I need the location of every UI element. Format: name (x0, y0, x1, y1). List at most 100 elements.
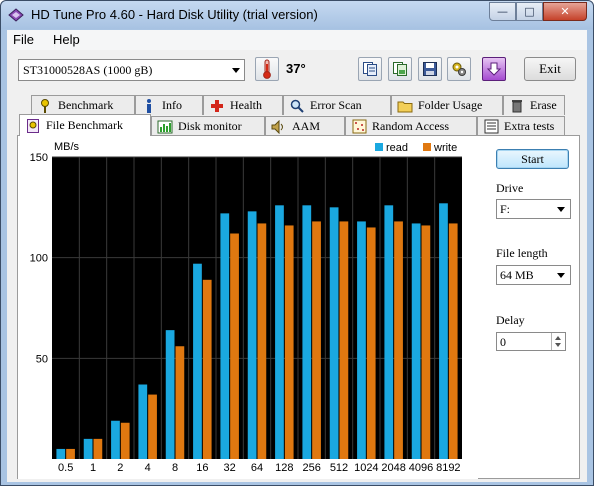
bar-write (230, 233, 239, 459)
bar-write (284, 225, 294, 459)
bar-read (357, 221, 366, 459)
tab-disk-monitor[interactable]: Disk monitor (151, 116, 265, 136)
y-tick-label: 150 (30, 152, 48, 164)
exit-button[interactable]: Exit (524, 57, 576, 81)
x-tick-label: 8192 (436, 462, 460, 474)
bar-write (312, 221, 321, 459)
tab-info-label: Info (162, 98, 182, 112)
title-bar[interactable]: HD Tune Pro 4.60 - Hard Disk Utility (tr… (1, 1, 593, 29)
bar-write (421, 225, 431, 459)
tab-health-label: Health (230, 98, 262, 112)
thermometer-icon (263, 59, 271, 79)
x-tick-label: 32 (224, 462, 236, 474)
x-tick-label: 0.5 (58, 462, 73, 474)
tab-aam[interactable]: AAM (265, 116, 345, 136)
bar-write (66, 448, 75, 459)
legend-read-label: read (386, 142, 408, 154)
tab-file-benchmark-label: File Benchmark (46, 118, 123, 132)
bar-write (448, 223, 458, 459)
folder-icon (397, 98, 413, 114)
bar-read (439, 203, 448, 459)
tab-random-access[interactable]: Random Access (345, 116, 477, 136)
extra-tests-icon (483, 119, 499, 135)
bar-read (165, 330, 175, 459)
tab-error-scan[interactable]: Error Scan (283, 95, 391, 115)
chevron-down-icon (557, 207, 565, 212)
tab-disk-monitor-label: Disk monitor (178, 119, 242, 133)
benchmark-chart: 50 100 150 0.5 1 2 4 8 16 32 64 128 256 512 1024 2048 40… (18, 136, 478, 479)
file-length-select[interactable]: 64 MB (496, 265, 571, 285)
speaker-icon (271, 119, 287, 135)
x-tick-label: 1024 (354, 462, 378, 474)
save-button[interactable] (418, 57, 442, 81)
bar-read (411, 223, 421, 459)
file-length-value: 64 MB (500, 268, 534, 282)
random-access-icon (351, 119, 367, 135)
x-tick-label: 64 (251, 462, 263, 474)
x-tick-label: 4 (145, 462, 151, 474)
gauge-icon (37, 98, 53, 114)
tab-benchmark-label: Benchmark (58, 98, 114, 112)
bar-read (247, 211, 257, 459)
drive-label: Drive (496, 181, 524, 195)
bar-write (366, 227, 376, 459)
tab-folder-usage[interactable]: Folder Usage (391, 95, 503, 115)
options-button[interactable] (447, 57, 471, 81)
bar-write (257, 223, 267, 459)
tab-info[interactable]: Info (135, 95, 203, 115)
tab-erase[interactable]: Erase (503, 95, 565, 115)
tab-folder-usage-label: Folder Usage (418, 98, 483, 112)
x-tick-label: 2 (117, 462, 123, 474)
tab-file-benchmark[interactable]: File Benchmark (19, 114, 151, 136)
x-tick-label: 4096 (409, 462, 433, 474)
monitor-chart-icon (157, 119, 173, 135)
copy-screenshot-button[interactable] (388, 57, 412, 81)
delay-spinner[interactable]: 0 (496, 332, 566, 351)
delay-spin-buttons[interactable] (551, 333, 565, 350)
bar-write (120, 422, 130, 459)
tab-aam-label: AAM (292, 119, 321, 133)
copy-text-button[interactable] (358, 57, 382, 81)
download-button[interactable] (482, 57, 506, 81)
app-window: HD Tune Pro 4.60 - Hard Disk Utility (tr… (0, 0, 594, 486)
legend-read-swatch (375, 143, 383, 151)
x-tick-label: 8 (172, 462, 178, 474)
chevron-down-icon (557, 273, 565, 278)
tab-erase-label: Erase (530, 98, 557, 112)
tab-extra-tests[interactable]: Extra tests (477, 116, 565, 136)
tab-benchmark[interactable]: Benchmark (31, 95, 135, 115)
bar-read (111, 420, 120, 459)
drive-letter-select[interactable]: F: (496, 199, 571, 219)
bar-read (302, 205, 312, 459)
y-tick-label: 50 (36, 353, 48, 365)
drive-select[interactable]: ST31000528AS (1000 gB) (18, 59, 245, 81)
legend-write-swatch (423, 143, 431, 151)
spin-down-icon[interactable] (555, 343, 561, 347)
delay-value: 0 (500, 335, 506, 349)
legend-write-label: write (433, 142, 457, 154)
temperature-button[interactable] (255, 57, 279, 81)
drive-letter-value: F: (500, 202, 511, 216)
maximize-button[interactable]: □ (516, 2, 543, 21)
menu-help[interactable]: Help (53, 32, 80, 47)
trash-icon (509, 98, 525, 114)
bar-write (93, 438, 103, 459)
file-benchmark-panel: 50 100 150 0.5 1 2 4 8 16 32 64 128 256 512 1024 2048 40… (17, 135, 580, 479)
toolbar: ST31000528AS (1000 gB) 37° Exit (7, 52, 587, 90)
tab-health[interactable]: Health (203, 95, 283, 115)
bar-write (339, 221, 349, 459)
window-title: HD Tune Pro 4.60 - Hard Disk Utility (tr… (31, 7, 318, 22)
client-area: File Help ST31000528AS (1000 gB) 37° Exi… (7, 30, 587, 482)
x-tick-label: 128 (275, 462, 293, 474)
close-button[interactable]: ✕ (543, 2, 587, 21)
menu-file[interactable]: File (13, 32, 34, 47)
minimize-button[interactable]: — (489, 2, 516, 21)
copy-icon (363, 62, 377, 76)
file-benchmark-icon (25, 118, 41, 134)
bar-write (394, 221, 403, 459)
spin-up-icon[interactable] (555, 336, 561, 340)
tab-random-access-label: Random Access (372, 119, 449, 133)
start-button[interactable]: Start (496, 149, 569, 169)
bar-read (83, 438, 93, 459)
bar-write (202, 279, 212, 459)
